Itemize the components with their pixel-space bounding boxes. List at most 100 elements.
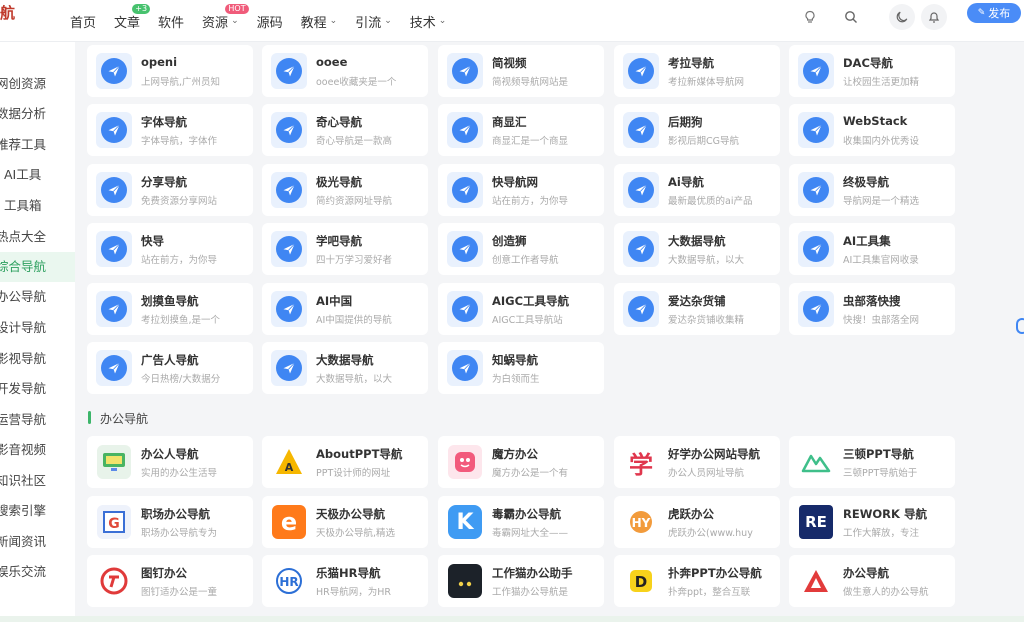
site-card[interactable]: 后期狗 影视后期CG导航 bbox=[614, 104, 780, 156]
site-card[interactable]: 知蜗导航 为白领而生 bbox=[438, 342, 604, 394]
site-card[interactable]: 魔方办公 魔方办公是一个有 bbox=[438, 436, 604, 488]
site-card[interactable]: A AboutPPT导航 PPT设计师的网址 bbox=[262, 436, 428, 488]
publish-button[interactable]: ✎ 发布 bbox=[967, 3, 1021, 23]
site-card[interactable]: 考拉导航 考拉新媒体导航网 bbox=[614, 45, 780, 97]
site-card[interactable]: 虫部落快搜 快搜！虫部落全网 bbox=[789, 283, 955, 335]
sidebar-item[interactable]: 搜索引擎 bbox=[0, 496, 75, 526]
nav-tutorials[interactable]: 教程 ⌄ bbox=[301, 12, 338, 31]
lightbulb-icon[interactable] bbox=[797, 4, 823, 30]
site-card[interactable]: 大数据导航 大数据导航，以大 bbox=[614, 223, 780, 275]
card-description: 工作猫办公导航是 bbox=[492, 587, 569, 598]
site-card[interactable]: 大数据导航 大数据导航，以大 bbox=[262, 342, 428, 394]
sidebar-item[interactable]: 运营导航 bbox=[0, 405, 75, 435]
card-description: 免费资源分享网站 bbox=[141, 196, 218, 207]
card-description: 简视频导航网站是 bbox=[492, 77, 569, 88]
site-card[interactable]: 分享导航 免费资源分享网站 bbox=[87, 164, 253, 216]
site-card[interactable]: 字体导航 字体导航，字体作 bbox=[87, 104, 253, 156]
nav-resources[interactable]: 资源 HOT ⌄ bbox=[202, 3, 249, 31]
sidebar-item[interactable]: 工具箱 bbox=[0, 191, 75, 221]
card-description: 奇心导航是一款高 bbox=[316, 136, 393, 147]
site-card[interactable]: AI工具集 AI工具集官网收录 bbox=[789, 223, 955, 275]
sidebar-item[interactable]: 知识社区 bbox=[0, 466, 75, 496]
site-card[interactable]: 图钉办公 图钉适办公是一童 bbox=[87, 555, 253, 607]
site-card[interactable]: 爱达杂货铺 爱达杂货铺收集精 bbox=[614, 283, 780, 335]
site-card[interactable]: 终极导航 导航网是一个精选 bbox=[789, 164, 955, 216]
scroll-handle-icon[interactable] bbox=[1016, 318, 1024, 334]
site-card[interactable]: 奇心导航 奇心导航是一款高 bbox=[262, 104, 428, 156]
nav-resources-label: 资源 bbox=[202, 15, 229, 31]
nav-traffic[interactable]: 引流 ⌄ bbox=[355, 12, 392, 31]
site-card[interactable]: ooee ooee收藏夹是一个 bbox=[262, 45, 428, 97]
sidebar-item[interactable]: 影视导航 bbox=[0, 344, 75, 374]
site-card[interactable]: 创造狮 创意工作者导航 bbox=[438, 223, 604, 275]
site-card[interactable]: 办公人导航 实用的办公生活导 bbox=[87, 436, 253, 488]
search-icon[interactable] bbox=[838, 4, 864, 30]
sidebar-item[interactable]: 设计导航 bbox=[0, 313, 75, 343]
bell-icon[interactable] bbox=[921, 4, 947, 30]
site-card[interactable]: openi 上网导航,广州员知 bbox=[87, 45, 253, 97]
mountain-logo-icon bbox=[798, 444, 834, 480]
moon-icon[interactable] bbox=[889, 4, 915, 30]
site-card[interactable]: 简视频 简视频导航网站是 bbox=[438, 45, 604, 97]
site-card[interactable]: G 职场办公导航 职场办公导航专为 bbox=[87, 496, 253, 548]
card-title: AI中国 bbox=[316, 294, 353, 308]
card-description: 让校园生活更加精 bbox=[843, 77, 920, 88]
site-card[interactable]: AIGC工具导航 AIGC工具导航站 bbox=[438, 283, 604, 335]
site-card[interactable]: HY 虎跃办公 虎跃办公(www.huy bbox=[614, 496, 780, 548]
re-letter-icon: RE bbox=[798, 504, 834, 540]
site-card[interactable]: WebStack 收集国内外优秀设 bbox=[789, 104, 955, 156]
sidebar-item[interactable]: 网创资源 bbox=[0, 69, 75, 99]
site-card[interactable]: 学好学办公网站导航 办公人员网址导航 bbox=[614, 436, 780, 488]
sidebar-item[interactable]: 办公导航 bbox=[0, 282, 75, 312]
card-description: 虎跃办公(www.huy bbox=[668, 528, 753, 539]
card-description: 爱达杂货铺收集精 bbox=[668, 315, 745, 326]
sidebar-item[interactable]: 开发导航 bbox=[0, 374, 75, 404]
site-card[interactable]: HR 乐猫HR导航 HR导航网，为HR bbox=[262, 555, 428, 607]
nav-articles[interactable]: 文章 +3 bbox=[114, 3, 151, 31]
send-icon-wrap bbox=[798, 291, 834, 327]
send-icon bbox=[271, 231, 307, 267]
sidebar-item[interactable]: 热点大全 bbox=[0, 222, 75, 252]
nav-source-code[interactable]: 源码 bbox=[257, 12, 283, 31]
send-icon bbox=[810, 243, 822, 255]
card-title: WebStack bbox=[843, 114, 908, 128]
card-description: 创意工作者导航 bbox=[492, 255, 559, 266]
site-card[interactable]: D 扑奔PPT办公导航 扑奔ppt，整合互联 bbox=[614, 555, 780, 607]
main-nav: 首页 文章 +3 软件 资源 HOT ⌄ 源码 教程 ⌄ 引流 ⌄ 技术 ⌄ bbox=[70, 0, 464, 42]
site-logo[interactable]: 航 bbox=[0, 2, 15, 23]
site-card[interactable]: Ai导航 最新最优质的ai产品 bbox=[614, 164, 780, 216]
sidebar-item[interactable]: 影音视频 bbox=[0, 435, 75, 465]
site-card[interactable]: 工作猫办公助手 工作猫办公导航是 bbox=[438, 555, 604, 607]
aboutppt-logo-icon: A bbox=[271, 444, 307, 480]
sidebar-item-active[interactable]: 综合导航 bbox=[0, 252, 75, 282]
site-card[interactable]: 快导航网 站在前方，为你导 bbox=[438, 164, 604, 216]
nav-traffic-label: 引流 bbox=[355, 15, 382, 31]
site-card[interactable]: 商显汇 商显汇是一个商显 bbox=[438, 104, 604, 156]
site-card[interactable]: 快导 站在前方，为你导 bbox=[87, 223, 253, 275]
site-card[interactable]: e 天极办公导航 天极办公导航,精选 bbox=[262, 496, 428, 548]
sidebar-item[interactable]: 数据分析 bbox=[0, 99, 75, 129]
card-title: AI工具集 bbox=[843, 234, 891, 248]
send-icon-wrap bbox=[271, 291, 307, 327]
send-icon-wrap bbox=[271, 53, 307, 89]
nav-home[interactable]: 首页 bbox=[70, 12, 96, 31]
site-card[interactable]: 三顿PPT导航 三顿PPT导航始于 bbox=[789, 436, 955, 488]
send-icon-wrap bbox=[447, 231, 483, 267]
site-card[interactable]: 划摸鱼导航 考拉划摸鱼,是一个 bbox=[87, 283, 253, 335]
site-card[interactable]: K 毒霸办公导航 毒霸网址大全—— bbox=[438, 496, 604, 548]
site-card[interactable]: 广告人导航 今日热榜/大数据分 bbox=[87, 342, 253, 394]
site-card[interactable]: 极光导航 简约资源网址导航 bbox=[262, 164, 428, 216]
site-card[interactable]: 办公导航 做生意人的办公导航 bbox=[789, 555, 955, 607]
site-card[interactable]: 学吧导航 四十万学习爱好者 bbox=[262, 223, 428, 275]
sidebar-item[interactable]: 娱乐交流 bbox=[0, 557, 75, 587]
nav-software[interactable]: 软件 bbox=[158, 12, 184, 31]
sidebar-item[interactable]: AI工具 bbox=[0, 160, 75, 190]
sidebar-item[interactable]: 推荐工具 bbox=[0, 130, 75, 160]
site-card[interactable]: AI中国 AI中国提供的导航 bbox=[262, 283, 428, 335]
card-description: PPT设计师的网址 bbox=[316, 468, 391, 479]
sidebar-item[interactable]: 新闻资讯 bbox=[0, 527, 75, 557]
nav-tech[interactable]: 技术 ⌄ bbox=[410, 12, 447, 31]
site-card[interactable]: DAC导航 让校园生活更加精 bbox=[789, 45, 955, 97]
site-card[interactable]: RE REWORK 导航 工作大解放，专注 bbox=[789, 496, 955, 548]
card-title: 划摸鱼导航 bbox=[141, 294, 199, 308]
